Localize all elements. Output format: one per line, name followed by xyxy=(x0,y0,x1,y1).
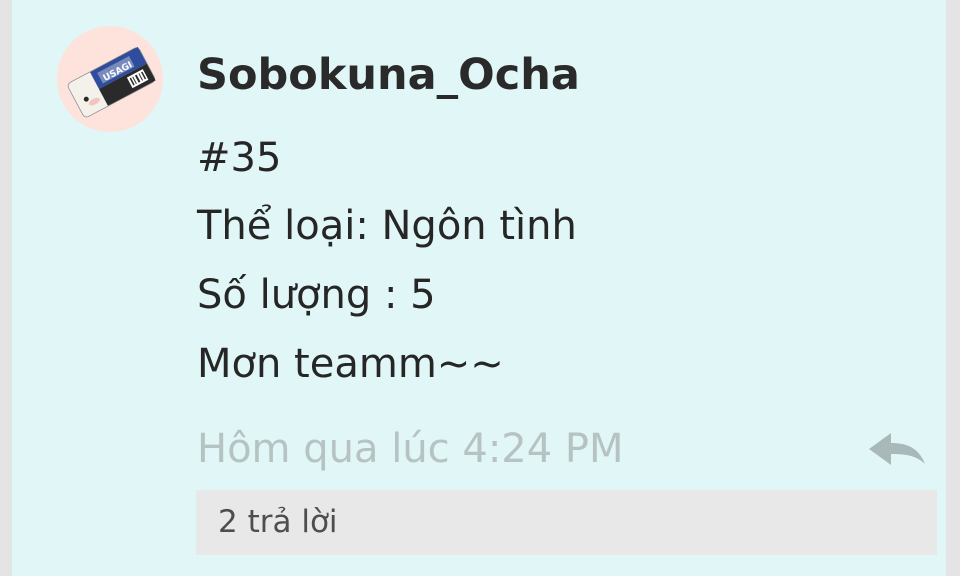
replies-button[interactable]: 2 trả lời xyxy=(196,490,937,555)
reply-arrow-icon[interactable] xyxy=(867,430,927,468)
usagi-eraser-avatar-icon: USAGI xyxy=(67,46,156,118)
post-line-thanks: Mơn teamm~~ xyxy=(197,341,504,387)
post-card: USAGI Sobokuna_Ocha #35 Thể loại: Ngôn t… xyxy=(12,0,946,576)
post-line-genre: Thể loại: Ngôn tình xyxy=(197,203,577,249)
post-line-tag: #35 xyxy=(197,135,282,181)
post-timestamp: Hôm qua lúc 4:24 PM xyxy=(197,426,624,472)
avatar[interactable]: USAGI xyxy=(57,26,163,132)
username[interactable]: Sobokuna_Ocha xyxy=(197,50,580,100)
replies-count-label: 2 trả lời xyxy=(218,504,338,540)
post-line-quantity: Số lượng : 5 xyxy=(197,272,436,318)
